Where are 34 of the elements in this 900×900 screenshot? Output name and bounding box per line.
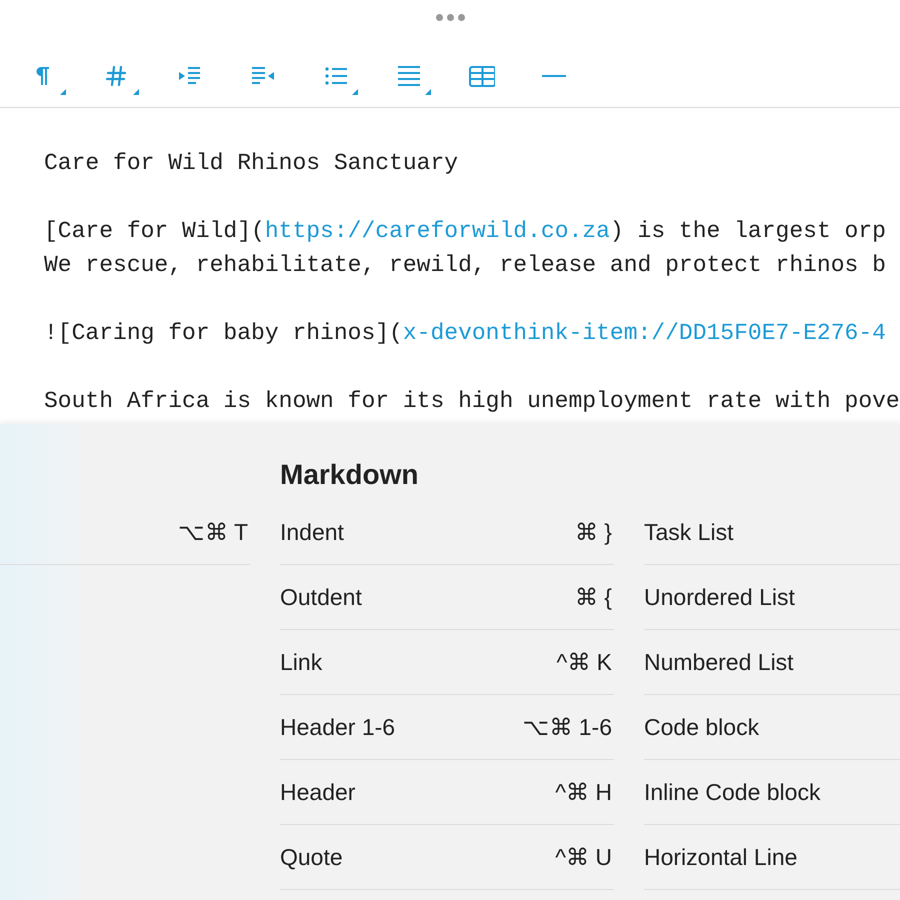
editor-line: Care for Wild Rhinos Sanctuary	[44, 149, 460, 178]
keyboard-shortcut: ⌥⌘ 1-6	[522, 714, 613, 740]
command-label: Code block	[644, 714, 760, 740]
table-icon	[469, 64, 495, 88]
command-label: Header	[280, 778, 356, 806]
keyboard-shortcut: ⌘ }	[574, 518, 613, 546]
editor-line: [Care for Wild](https://careforwild.co.za) is the largest orp	[44, 217, 887, 246]
link[interactable]: x-devonthink-item://DD15F0E7-E276-4	[402, 320, 886, 346]
keyboard-shortcut: ⌘ {	[574, 584, 613, 610]
keyboard-shortcut: ^⌘ K	[556, 648, 613, 676]
command-label: Numbered List	[644, 648, 794, 676]
command-label: Indent	[280, 518, 344, 546]
command-label: Inline Code block	[644, 778, 820, 806]
command-label: Unordered List	[644, 584, 795, 610]
editor-line: ![Caring for baby rhinos](x-devonthink-item://DD15F0E7-E276-4	[44, 319, 887, 348]
keyboard-shortcut: ^⌘ H	[555, 778, 613, 806]
command-label: Outdent	[280, 584, 362, 610]
dropdown-corner-icon	[352, 89, 358, 95]
horizontal-line-icon	[542, 74, 566, 78]
dropdown-corner-icon	[425, 89, 431, 95]
command-label: Link	[280, 648, 322, 676]
panel-heading: Markdown	[280, 458, 420, 492]
command-label: Quote	[280, 844, 343, 870]
keyboard-shortcut: ⌥⌘ T	[178, 518, 249, 546]
dropdown-corner-icon	[133, 89, 139, 95]
command-label: Header 1-6	[280, 714, 396, 740]
command-label: Task List	[644, 518, 734, 546]
link[interactable]: https://careforwild.co.za	[264, 218, 610, 244]
editor-line: We rescue, rehabilitate, rewild, release and protect rhinos b	[44, 251, 887, 280]
keyboard-shortcut: ^⌘ U	[555, 844, 613, 870]
justify-lines-icon	[396, 64, 422, 88]
editor-line: South Africa is known for its high unemployment rate with pove	[44, 387, 900, 416]
command-label: Horizontal Line	[644, 844, 798, 870]
dropdown-corner-icon	[60, 89, 66, 95]
